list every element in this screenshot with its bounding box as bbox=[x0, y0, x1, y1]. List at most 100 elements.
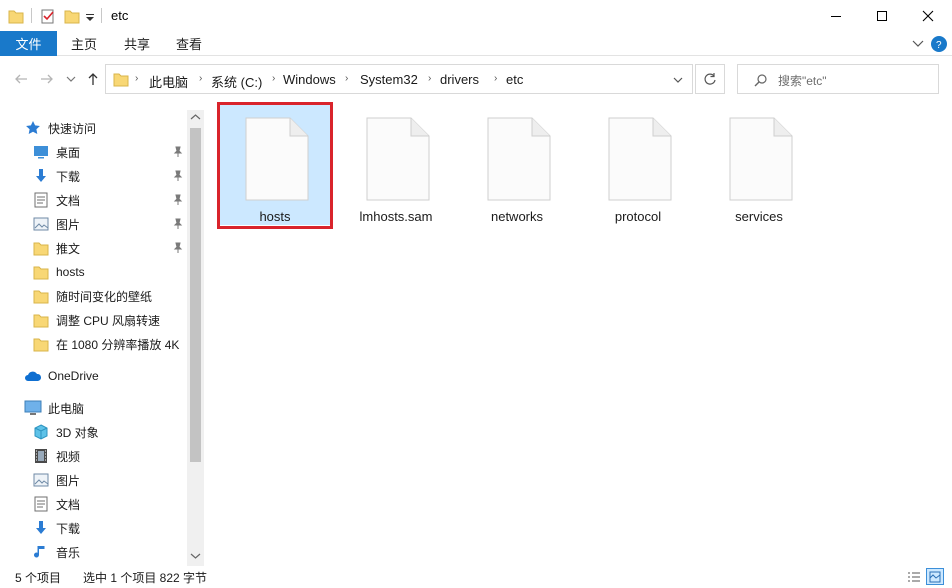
large-icons-view-button[interactable] bbox=[926, 568, 944, 585]
refresh-icon bbox=[704, 73, 716, 85]
pin-icon[interactable] bbox=[172, 194, 184, 206]
nav-item-pictures[interactable]: 图片 bbox=[32, 213, 80, 235]
navigation-pane: 快速访问 桌面 下载 文档 图片 推文 hosts 随时间变化的壁纸 调整 CP… bbox=[0, 110, 205, 566]
refresh-button[interactable] bbox=[695, 64, 725, 94]
new-folder-icon[interactable] bbox=[64, 7, 80, 25]
nav-item-documents[interactable]: 文档 bbox=[32, 189, 80, 211]
file-item-services[interactable]: services bbox=[704, 105, 814, 225]
nav-item-downloads[interactable]: 下载 bbox=[32, 165, 80, 187]
picture-icon bbox=[32, 215, 50, 233]
pin-icon[interactable] bbox=[172, 146, 184, 158]
nav-label: 随时间变化的壁纸 bbox=[56, 289, 153, 304]
nav-item-downloads-pc[interactable]: 下载 bbox=[32, 517, 80, 539]
forward-button[interactable] bbox=[38, 70, 56, 88]
sidebar-scrollbar-thumb[interactable] bbox=[190, 128, 201, 462]
nav-item-tweets[interactable]: 推文 bbox=[32, 237, 80, 259]
expand-ribbon-icon[interactable] bbox=[912, 39, 924, 49]
search-icon bbox=[754, 74, 767, 87]
maximize-icon bbox=[877, 10, 887, 21]
tab-view[interactable]: 查看 bbox=[176, 31, 202, 56]
nav-onedrive[interactable]: OneDrive bbox=[24, 365, 99, 387]
nav-item-desktop[interactable]: 桌面 bbox=[32, 141, 80, 163]
maximize-button[interactable] bbox=[859, 0, 905, 31]
properties-icon[interactable] bbox=[40, 7, 56, 25]
back-button[interactable] bbox=[12, 70, 30, 88]
file-icon bbox=[366, 117, 430, 201]
folder-icon bbox=[32, 335, 50, 353]
pin-icon[interactable] bbox=[172, 170, 184, 182]
3d-objects-icon bbox=[32, 423, 50, 441]
tab-file[interactable]: 文件 bbox=[0, 31, 57, 56]
file-item-lmhosts[interactable]: lmhosts.sam bbox=[341, 105, 451, 225]
folder-icon bbox=[32, 287, 50, 305]
nav-quick-access[interactable]: 快速访问 bbox=[24, 117, 96, 139]
minimize-button[interactable] bbox=[813, 0, 859, 31]
breadcrumb-drive-c[interactable]: 系统 (C:) bbox=[211, 72, 262, 91]
folder-icon[interactable] bbox=[8, 7, 24, 25]
tab-share[interactable]: 共享 bbox=[124, 31, 150, 56]
breadcrumb-etc[interactable]: etc bbox=[506, 72, 523, 87]
ribbon: 文件 主页 共享 查看 ? bbox=[0, 31, 952, 56]
star-icon bbox=[24, 119, 42, 137]
breadcrumb-this-pc[interactable]: 此电脑 bbox=[149, 72, 188, 91]
nav-item-wallpaper[interactable]: 随时间变化的壁纸 bbox=[32, 285, 152, 307]
nav-this-pc[interactable]: 此电脑 bbox=[24, 397, 84, 419]
nav-label: 桌面 bbox=[56, 145, 81, 160]
nav-item-cpu-fan[interactable]: 调整 CPU 风扇转速 bbox=[32, 309, 160, 331]
window-title: etc bbox=[111, 8, 129, 23]
nav-item-documents-pc[interactable]: 文档 bbox=[32, 493, 80, 515]
nav-item-pictures-pc[interactable]: 图片 bbox=[32, 469, 80, 491]
scroll-up-icon[interactable] bbox=[190, 113, 201, 121]
computer-icon bbox=[24, 399, 42, 417]
search-box[interactable]: 搜索"etc" bbox=[737, 64, 939, 94]
chevron-down-icon bbox=[66, 76, 76, 82]
download-icon bbox=[32, 167, 50, 185]
tab-home[interactable]: 主页 bbox=[71, 31, 97, 56]
address-bar[interactable]: › 此电脑 › 系统 (C:) › Windows › System32 › d… bbox=[105, 64, 693, 94]
document-icon bbox=[32, 191, 50, 209]
file-icon bbox=[729, 117, 793, 201]
file-icon bbox=[487, 117, 551, 201]
music-icon bbox=[32, 543, 50, 561]
nav-label: 推文 bbox=[56, 241, 81, 256]
scroll-down-icon[interactable] bbox=[190, 552, 201, 560]
file-name: protocol bbox=[614, 209, 662, 224]
help-icon: ? bbox=[936, 40, 942, 49]
nav-item-videos[interactable]: 视频 bbox=[32, 445, 80, 467]
close-button[interactable] bbox=[905, 0, 951, 31]
title-bar: etc bbox=[0, 0, 952, 31]
recent-locations-button[interactable] bbox=[62, 70, 80, 88]
download-icon bbox=[32, 519, 50, 537]
nav-label: 此电脑 bbox=[48, 401, 85, 416]
nav-label: 快速访问 bbox=[48, 121, 97, 136]
help-button[interactable]: ? bbox=[931, 36, 947, 52]
status-item-count: 5 个项目 bbox=[15, 571, 62, 585]
file-item-protocol[interactable]: protocol bbox=[583, 105, 693, 225]
close-icon bbox=[922, 10, 934, 21]
breadcrumb-separator: › bbox=[135, 73, 139, 84]
nav-item-3d-objects[interactable]: 3D 对象 bbox=[32, 421, 99, 443]
toolbar-divider bbox=[31, 8, 32, 23]
forward-arrow-icon bbox=[41, 74, 53, 84]
breadcrumb-system32[interactable]: System32 bbox=[360, 72, 418, 87]
nav-item-music[interactable]: 音乐 bbox=[32, 541, 80, 563]
nav-item-4k-playback[interactable]: 在 1080 分辨率播放 4K bbox=[32, 333, 179, 355]
breadcrumb-separator: › bbox=[272, 73, 276, 84]
up-button[interactable] bbox=[84, 70, 102, 88]
breadcrumb-windows[interactable]: Windows bbox=[283, 72, 336, 87]
pin-icon[interactable] bbox=[172, 242, 184, 254]
nav-label: 3D 对象 bbox=[56, 425, 99, 440]
folder-icon bbox=[32, 311, 50, 329]
breadcrumb-drivers[interactable]: drivers bbox=[440, 72, 479, 87]
breadcrumb-separator: › bbox=[494, 73, 498, 84]
customize-toolbar-icon[interactable] bbox=[85, 7, 95, 25]
nav-item-hosts[interactable]: hosts bbox=[32, 261, 85, 283]
up-arrow-icon bbox=[88, 73, 98, 85]
back-arrow-icon bbox=[15, 74, 27, 84]
file-item-networks[interactable]: networks bbox=[462, 105, 572, 225]
minimize-icon bbox=[831, 15, 841, 17]
pin-icon[interactable] bbox=[172, 218, 184, 230]
address-dropdown-icon[interactable] bbox=[673, 76, 683, 84]
details-view-button[interactable] bbox=[905, 568, 923, 585]
file-name: networks bbox=[490, 209, 544, 224]
